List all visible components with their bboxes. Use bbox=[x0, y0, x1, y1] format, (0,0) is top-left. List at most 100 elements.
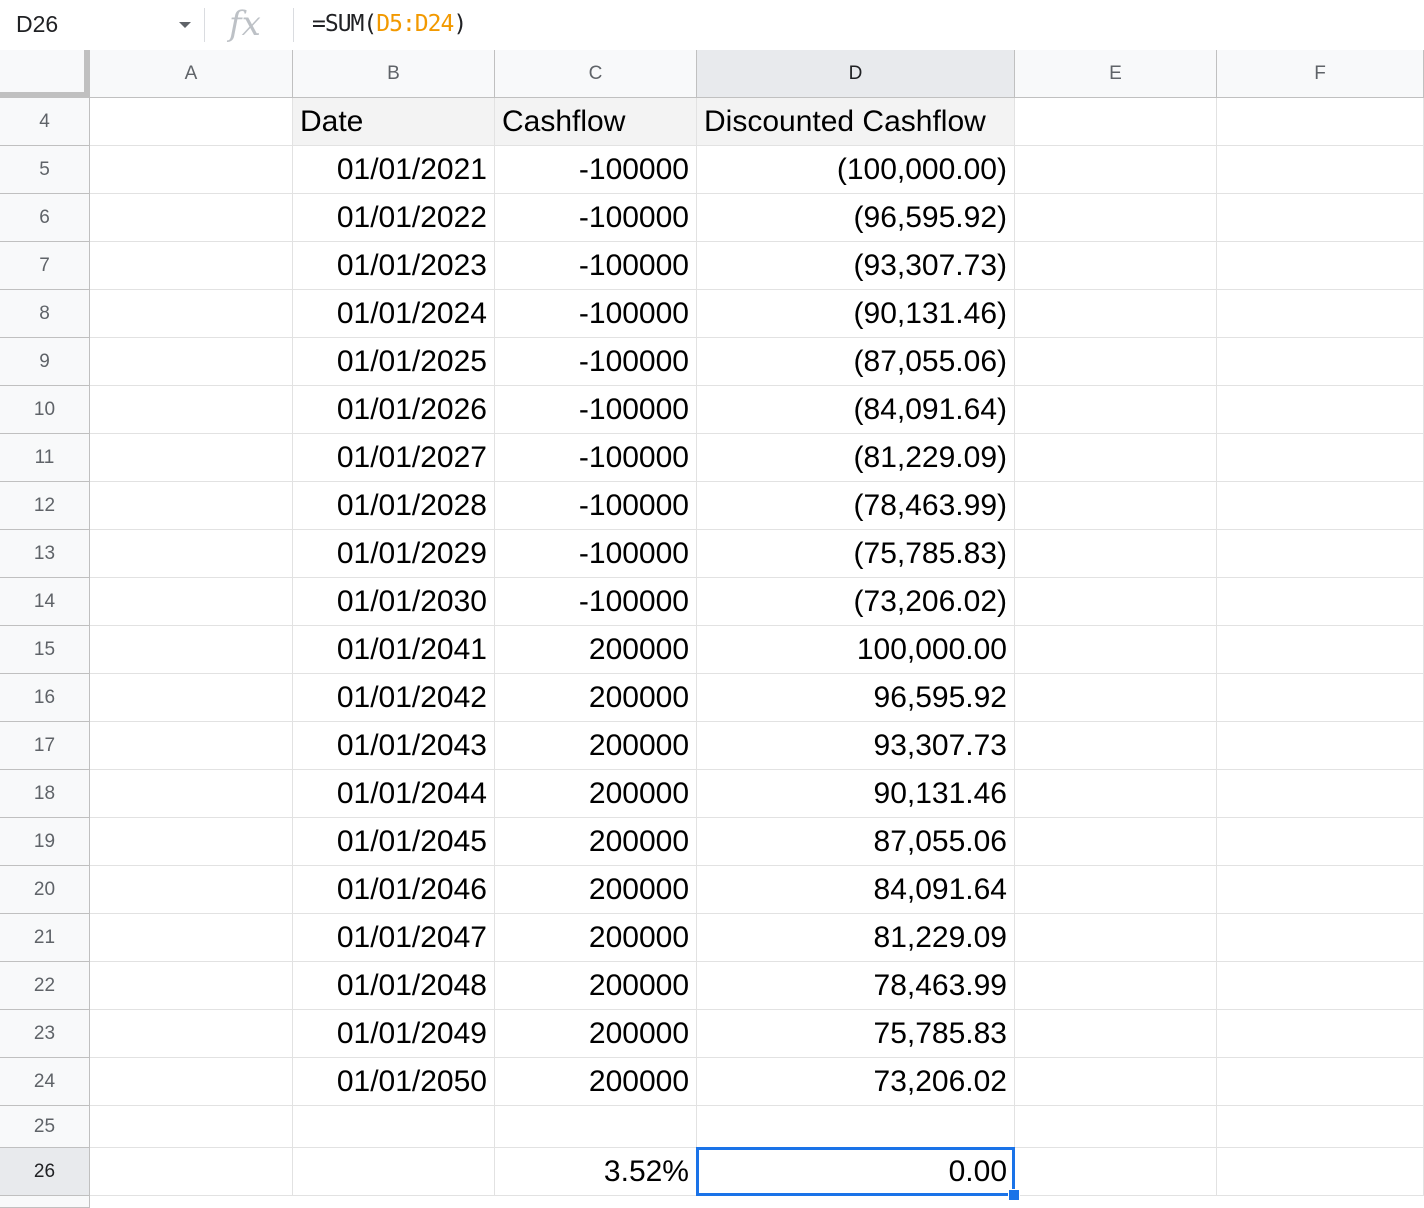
row-header[interactable] bbox=[0, 1196, 90, 1208]
row-header[interactable]: 5 bbox=[0, 146, 90, 194]
cell-f[interactable] bbox=[1217, 338, 1424, 386]
cell-e[interactable] bbox=[1015, 338, 1217, 386]
discounted-cashflow-cell[interactable]: (81,229.09) bbox=[697, 434, 1015, 482]
cashflow-cell[interactable]: 200000 bbox=[495, 866, 697, 914]
cell-f[interactable] bbox=[1217, 1148, 1424, 1196]
cell-e[interactable] bbox=[1015, 242, 1217, 290]
row-header[interactable]: 20 bbox=[0, 866, 90, 914]
row-header[interactable]: 16 bbox=[0, 674, 90, 722]
cell-e[interactable] bbox=[1015, 866, 1217, 914]
discounted-cashflow-cell[interactable]: 73,206.02 bbox=[697, 1058, 1015, 1106]
cell-e[interactable] bbox=[1015, 146, 1217, 194]
date-cell[interactable]: 01/01/2050 bbox=[293, 1058, 495, 1106]
cell-a[interactable] bbox=[90, 962, 293, 1010]
cell-a[interactable] bbox=[90, 1010, 293, 1058]
date-cell[interactable]: 01/01/2048 bbox=[293, 962, 495, 1010]
row-header[interactable]: 8 bbox=[0, 290, 90, 338]
row-header[interactable]: 12 bbox=[0, 482, 90, 530]
cell-a[interactable] bbox=[90, 98, 293, 146]
cell-e[interactable] bbox=[1015, 434, 1217, 482]
cell-f[interactable] bbox=[1217, 194, 1424, 242]
rate-cell[interactable]: 3.52% bbox=[495, 1148, 697, 1196]
cell-f[interactable] bbox=[1217, 722, 1424, 770]
date-cell[interactable]: 01/01/2044 bbox=[293, 770, 495, 818]
cashflow-cell[interactable]: -100000 bbox=[495, 434, 697, 482]
column-title-discounted-cashflow[interactable]: Discounted Cashflow bbox=[697, 98, 1015, 146]
cell-e[interactable] bbox=[1015, 290, 1217, 338]
cashflow-cell[interactable]: -100000 bbox=[495, 146, 697, 194]
discounted-cashflow-cell[interactable]: (78,463.99) bbox=[697, 482, 1015, 530]
row-header[interactable]: 9 bbox=[0, 338, 90, 386]
row-header[interactable]: 24 bbox=[0, 1058, 90, 1106]
column-header-c[interactable]: C bbox=[495, 50, 697, 98]
cashflow-cell[interactable]: 200000 bbox=[495, 674, 697, 722]
cell-e[interactable] bbox=[1015, 1148, 1217, 1196]
cell-e[interactable] bbox=[1015, 770, 1217, 818]
row-header[interactable]: 15 bbox=[0, 626, 90, 674]
cashflow-cell[interactable]: -100000 bbox=[495, 194, 697, 242]
discounted-cashflow-cell[interactable]: 90,131.46 bbox=[697, 770, 1015, 818]
row-header[interactable]: 14 bbox=[0, 578, 90, 626]
date-cell[interactable]: 01/01/2025 bbox=[293, 338, 495, 386]
cell-e[interactable] bbox=[1015, 1106, 1217, 1148]
select-all-corner[interactable] bbox=[0, 50, 90, 98]
row-header[interactable]: 11 bbox=[0, 434, 90, 482]
discounted-cashflow-cell[interactable]: (93,307.73) bbox=[697, 242, 1015, 290]
column-header-a[interactable]: A bbox=[90, 50, 293, 98]
cell-e[interactable] bbox=[1015, 98, 1217, 146]
column-title-cashflow[interactable]: Cashflow bbox=[495, 98, 697, 146]
cashflow-cell[interactable]: -100000 bbox=[495, 482, 697, 530]
cell-f[interactable] bbox=[1217, 530, 1424, 578]
cell-a[interactable] bbox=[90, 1148, 293, 1196]
cell-f[interactable] bbox=[1217, 146, 1424, 194]
discounted-cashflow-cell[interactable]: (75,785.83) bbox=[697, 530, 1015, 578]
name-box[interactable]: D26 bbox=[0, 0, 200, 50]
cell-c[interactable] bbox=[495, 1106, 697, 1148]
date-cell[interactable]: 01/01/2021 bbox=[293, 146, 495, 194]
cell-a[interactable] bbox=[90, 482, 293, 530]
cell-f[interactable] bbox=[1217, 434, 1424, 482]
cashflow-cell[interactable]: 200000 bbox=[495, 722, 697, 770]
date-cell[interactable]: 01/01/2047 bbox=[293, 914, 495, 962]
cell-a[interactable] bbox=[90, 290, 293, 338]
cell-e[interactable] bbox=[1015, 578, 1217, 626]
column-header-f[interactable]: F bbox=[1217, 50, 1424, 98]
row-header[interactable]: 18 bbox=[0, 770, 90, 818]
cell-a[interactable] bbox=[90, 1106, 293, 1148]
cashflow-cell[interactable]: 200000 bbox=[495, 626, 697, 674]
date-cell[interactable]: 01/01/2026 bbox=[293, 386, 495, 434]
cell-f[interactable] bbox=[1217, 386, 1424, 434]
cashflow-cell[interactable]: 200000 bbox=[495, 1010, 697, 1058]
row-header[interactable]: 19 bbox=[0, 818, 90, 866]
row-header[interactable]: 7 bbox=[0, 242, 90, 290]
cell-d[interactable] bbox=[697, 1106, 1015, 1148]
row-header[interactable]: 22 bbox=[0, 962, 90, 1010]
cell-e[interactable] bbox=[1015, 818, 1217, 866]
cell-e[interactable] bbox=[1015, 962, 1217, 1010]
cell-a[interactable] bbox=[90, 818, 293, 866]
cell-f[interactable] bbox=[1217, 482, 1424, 530]
cell-b[interactable] bbox=[293, 1106, 495, 1148]
cell-b[interactable] bbox=[293, 1148, 495, 1196]
cell-e[interactable] bbox=[1015, 530, 1217, 578]
cell-f[interactable] bbox=[1217, 770, 1424, 818]
cell-e[interactable] bbox=[1015, 722, 1217, 770]
cashflow-cell[interactable]: 200000 bbox=[495, 1058, 697, 1106]
date-cell[interactable]: 01/01/2028 bbox=[293, 482, 495, 530]
date-cell[interactable]: 01/01/2046 bbox=[293, 866, 495, 914]
cashflow-cell[interactable]: -100000 bbox=[495, 338, 697, 386]
date-cell[interactable]: 01/01/2042 bbox=[293, 674, 495, 722]
date-cell[interactable]: 01/01/2049 bbox=[293, 1010, 495, 1058]
cell-e[interactable] bbox=[1015, 674, 1217, 722]
cell-f[interactable] bbox=[1217, 578, 1424, 626]
cashflow-cell[interactable]: 200000 bbox=[495, 818, 697, 866]
date-cell[interactable]: 01/01/2029 bbox=[293, 530, 495, 578]
cell-f[interactable] bbox=[1217, 1106, 1424, 1148]
column-title-date[interactable]: Date bbox=[293, 98, 495, 146]
fill-handle[interactable] bbox=[1008, 1189, 1020, 1201]
cashflow-cell[interactable]: 200000 bbox=[495, 770, 697, 818]
cell-f[interactable] bbox=[1217, 866, 1424, 914]
column-header-e[interactable]: E bbox=[1015, 50, 1217, 98]
cell-a[interactable] bbox=[90, 194, 293, 242]
column-header-b[interactable]: B bbox=[293, 50, 495, 98]
